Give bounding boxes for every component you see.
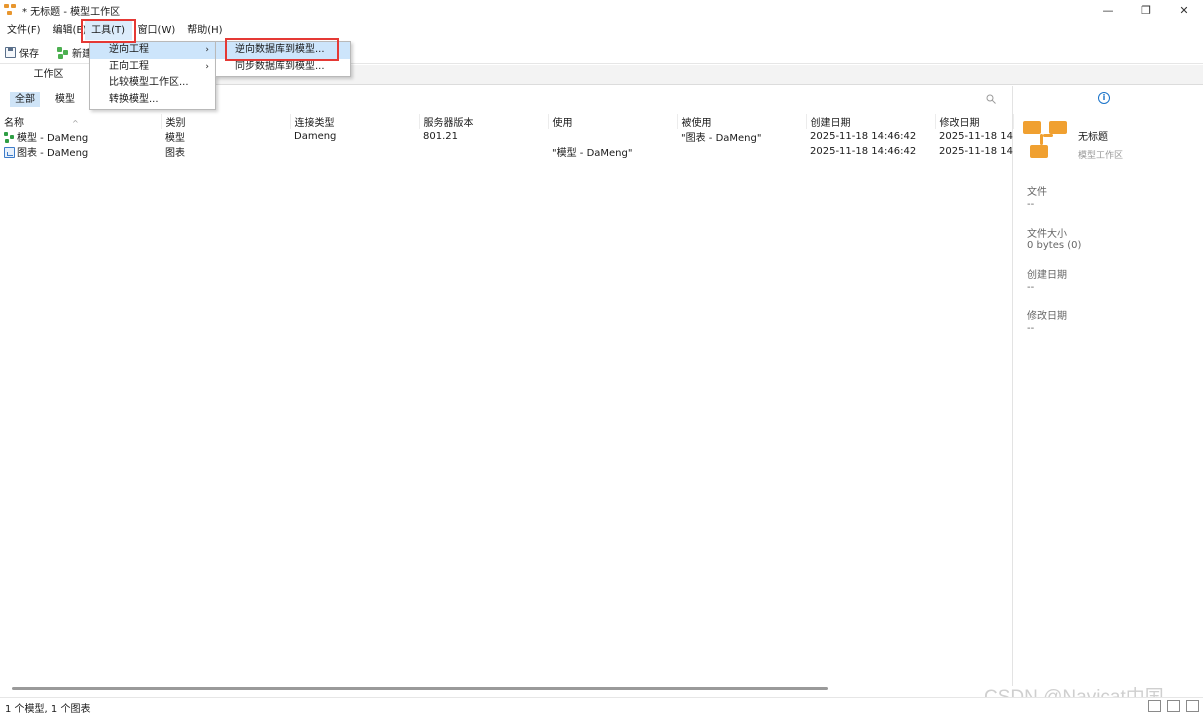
menu-item-reverse-engineering[interactable]: 逆向工程 › bbox=[90, 42, 215, 59]
column-header-modified[interactable]: 修改日期 bbox=[935, 114, 1014, 129]
horizontal-scrollbar[interactable] bbox=[12, 687, 828, 690]
menu-item-forward-engineering[interactable]: 正向工程 › bbox=[90, 59, 215, 76]
created-label: 创建日期 bbox=[1027, 270, 1067, 281]
menu-item-convert-model[interactable]: 转换模型... bbox=[90, 92, 215, 109]
menu-tools[interactable]: 工具(T) bbox=[84, 21, 132, 40]
cell-connection-type bbox=[290, 144, 419, 159]
menu-item-reverse-db-to-model[interactable]: 逆向数据库到模型... bbox=[216, 42, 350, 59]
tools-menu: 逆向工程 › 正向工程 › 比较模型工作区... 转换模型... bbox=[89, 41, 216, 110]
search-icon[interactable] bbox=[986, 94, 996, 104]
file-value: -- bbox=[1027, 199, 1035, 210]
file-label: 文件 bbox=[1027, 187, 1047, 198]
save-label: 保存 bbox=[19, 49, 39, 60]
workspace-name: 无标题 bbox=[1078, 132, 1108, 143]
cell-uses bbox=[548, 129, 677, 144]
menu-item-sync-db-to-model[interactable]: 同步数据库到模型... bbox=[216, 59, 350, 76]
modified-value: -- bbox=[1027, 323, 1035, 334]
column-header-type[interactable]: 类别 bbox=[161, 114, 291, 129]
menu-item-compare-workspace[interactable]: 比较模型工作区... bbox=[90, 75, 215, 92]
column-header-server-version[interactable]: 服务器版本 bbox=[419, 114, 549, 129]
file-size-label: 文件大小 bbox=[1027, 229, 1067, 240]
workspace-type: 模型工作区 bbox=[1078, 151, 1124, 161]
column-header-created[interactable]: 创建日期 bbox=[806, 114, 936, 129]
cell-modified: 2025-11-18 14:4 bbox=[939, 131, 1013, 142]
table-row[interactable]: 图表 - DaMeng 图表 "模型 - DaMeng" 2025-11-18 … bbox=[0, 144, 1013, 159]
cell-name: 模型 - DaMeng bbox=[0, 129, 161, 144]
cell-uses: "模型 - DaMeng" bbox=[552, 148, 633, 159]
save-button[interactable]: 保存 bbox=[0, 43, 44, 63]
table-row[interactable]: 模型 - DaMeng 模型 Dameng 801.21 "图表 - DaMen… bbox=[0, 129, 1013, 144]
column-header-used-by[interactable]: 被使用 bbox=[677, 114, 807, 129]
cell-modified: 2025-11-18 14:4 bbox=[939, 146, 1013, 157]
app-icon bbox=[4, 3, 17, 17]
list-view-icon[interactable] bbox=[1148, 700, 1161, 712]
modified-label: 修改日期 bbox=[1027, 311, 1067, 322]
model-workspace-icon bbox=[1023, 121, 1069, 165]
diagram-icon bbox=[4, 147, 15, 158]
detail-view-icon[interactable] bbox=[1186, 700, 1199, 712]
filter-all-button[interactable]: 全部 bbox=[10, 92, 40, 107]
created-value: -- bbox=[1027, 282, 1035, 293]
info-icon[interactable]: i bbox=[1098, 92, 1110, 104]
objects-table: 名称 ^ 类别 连接类型 服务器版本 使用 被使用 创建日期 修改日期 模型 - … bbox=[0, 114, 1014, 159]
cell-used-by bbox=[677, 144, 806, 159]
window-title: * 无标题 - 模型工作区 bbox=[22, 6, 121, 18]
object-panel: 全部 模型 名称 ^ 类别 连接类型 服务器版本 使用 被使用 创建日期 修改日期 bbox=[0, 86, 1014, 690]
menu-window[interactable]: 窗口(W) bbox=[132, 21, 182, 40]
maximize-button[interactable]: ❐ bbox=[1127, 0, 1165, 20]
cell-type: 模型 bbox=[165, 133, 185, 144]
table-header-row: 名称 ^ 类别 连接类型 服务器版本 使用 被使用 创建日期 修改日期 bbox=[0, 114, 1014, 129]
reverse-engineering-submenu: 逆向数据库到模型... 同步数据库到模型... bbox=[215, 41, 351, 77]
close-button[interactable]: ✕ bbox=[1165, 0, 1203, 20]
new-model-icon bbox=[57, 46, 69, 59]
model-icon bbox=[4, 132, 15, 143]
save-icon bbox=[5, 47, 16, 58]
minimize-button[interactable]: — bbox=[1089, 0, 1127, 20]
column-header-connection-type[interactable]: 连接类型 bbox=[290, 114, 420, 129]
cell-server-version: 801.21 bbox=[423, 131, 458, 142]
grid-view-icon[interactable] bbox=[1167, 700, 1180, 712]
cell-server-version bbox=[419, 144, 548, 159]
cell-used-by: "图表 - DaMeng" bbox=[681, 133, 762, 144]
status-bar: 1 个模型, 1 个图表 bbox=[0, 697, 1203, 715]
column-header-uses[interactable]: 使用 bbox=[548, 114, 678, 129]
status-text: 1 个模型, 1 个图表 bbox=[5, 704, 91, 715]
cell-name: 图表 - DaMeng bbox=[0, 144, 161, 159]
column-header-name[interactable]: 名称 ^ bbox=[0, 114, 162, 129]
title-bar: * 无标题 - 模型工作区 — ❐ ✕ bbox=[0, 0, 1203, 20]
info-panel: i 无标题 模型工作区 文件 -- 文件大小 0 bytes (0) 创建日期 … bbox=[1014, 86, 1203, 690]
tab-workspace[interactable]: 工作区 bbox=[0, 65, 98, 86]
file-size-value: 0 bytes (0) bbox=[1027, 240, 1082, 251]
filter-model-button[interactable]: 模型 bbox=[50, 92, 80, 107]
menu-file[interactable]: 文件(F) bbox=[0, 21, 47, 40]
cell-created: 2025-11-18 14:46:42 bbox=[810, 131, 917, 142]
menu-edit[interactable]: 编辑(E) bbox=[47, 21, 85, 40]
cell-created: 2025-11-18 14:46:42 bbox=[810, 146, 917, 157]
menu-bar: 文件(F) 编辑(E) 工具(T) 窗口(W) 帮助(H) bbox=[0, 21, 1203, 40]
cell-type: 图表 bbox=[165, 148, 185, 159]
cell-connection-type: Dameng bbox=[294, 131, 337, 142]
menu-help[interactable]: 帮助(H) bbox=[181, 21, 228, 40]
